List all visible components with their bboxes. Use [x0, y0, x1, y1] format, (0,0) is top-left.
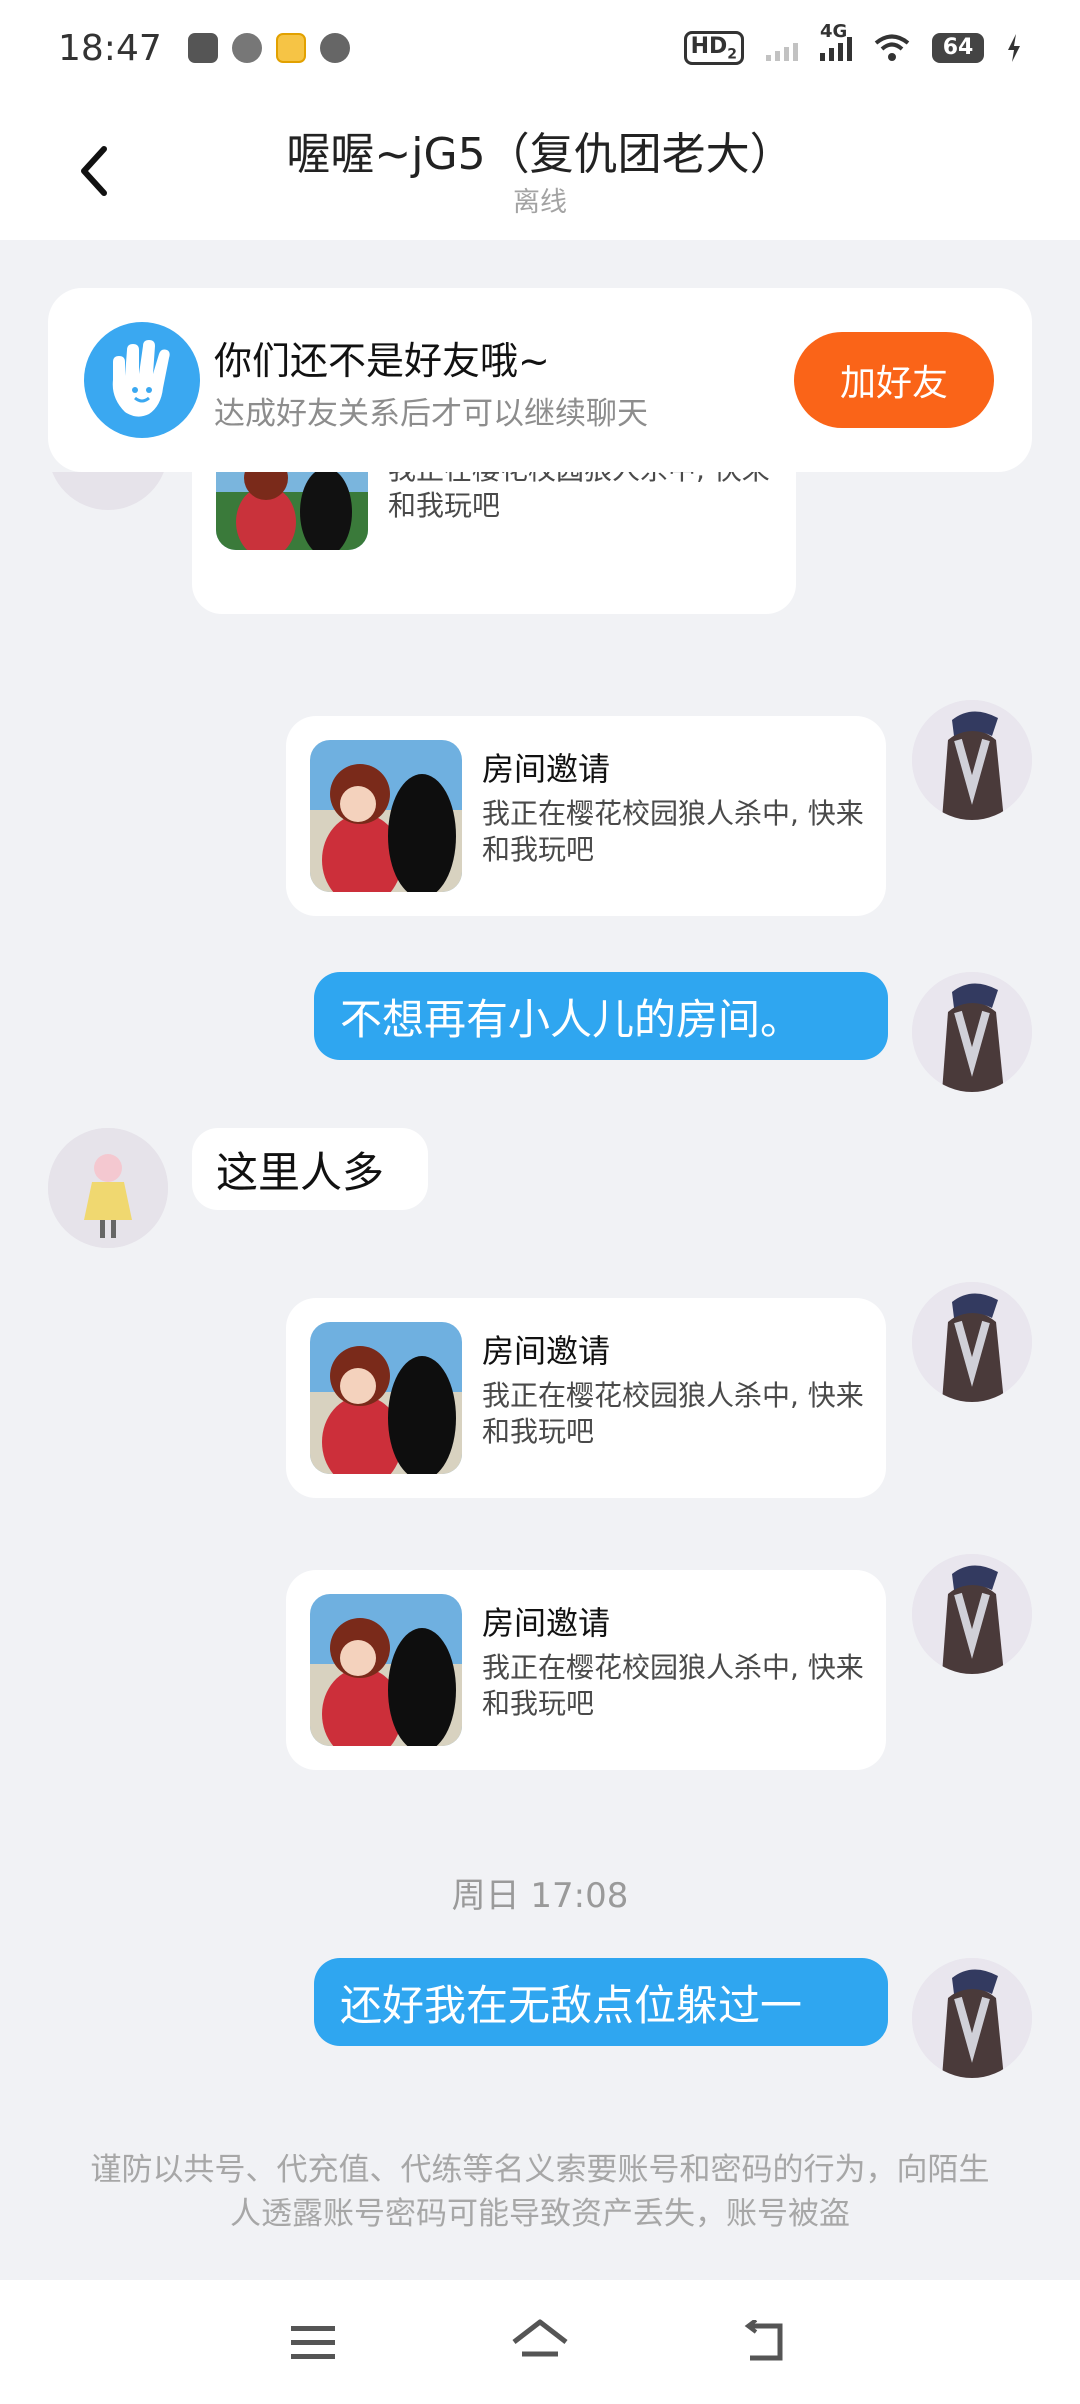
other-user-avatar[interactable] — [48, 472, 168, 510]
contact-name: 喔喔~jG5（复仇团老大） — [286, 129, 794, 180]
status-bar: 18:47 HD2 4G 64 — [0, 0, 1080, 96]
game-thumbnail — [310, 1322, 462, 1474]
invite-description: 我正在樱花校园狼人杀中, 快来和我玩吧 — [388, 472, 770, 522]
invite-description: 我正在樱花校园狼人杀中, 快来和我玩吧 — [482, 1379, 864, 1448]
waving-hand-icon — [84, 322, 200, 438]
add-friend-button[interactable]: 加好友 — [794, 332, 994, 428]
mail-icon — [187, 33, 218, 63]
room-invite-card[interactable]: 房间邀请 我正在樱花校园狼人杀中, 快来和我玩吧 — [286, 1570, 886, 1770]
app-icon — [231, 33, 262, 63]
back-nav-button[interactable] — [727, 2302, 807, 2382]
game-thumbnail — [310, 740, 462, 892]
game-thumbnail — [216, 472, 368, 550]
self-avatar[interactable] — [912, 972, 1032, 1092]
hd-voice-icon: HD2 — [683, 30, 744, 66]
contact-status: 离线 — [513, 187, 567, 218]
self-avatar[interactable] — [912, 1958, 1032, 2078]
menu-icon — [291, 2326, 336, 2359]
self-avatar[interactable] — [912, 1282, 1032, 1402]
wechat-icon — [319, 33, 350, 63]
not-friend-description: 达成好友关系后才可以继续聊天 — [214, 396, 648, 432]
menu-button[interactable] — [273, 2302, 353, 2382]
invite-description: 我正在樱花校园狼人杀中, 快来和我玩吧 — [482, 797, 864, 866]
message-timestamp: 周日 17:08 — [451, 1876, 629, 1916]
status-time: 18:47 — [58, 27, 162, 69]
wifi-icon — [874, 34, 910, 61]
security-warning: 谨防以共号、代充值、代练等名义索要账号和密码的行为，向陌生人透露账号密码可能导致… — [90, 2152, 990, 2232]
chat-header: 喔喔~jG5（复仇团老大） 离线 — [0, 96, 1080, 240]
signal-4g-icon: 4G — [820, 21, 852, 61]
battery-icon: 64 — [932, 32, 984, 63]
room-invite-card[interactable]: 我正在樱花校园狼人杀中, 快来和我玩吧 — [192, 472, 796, 614]
system-nav-bar — [0, 2280, 1080, 2404]
return-icon — [744, 2320, 783, 2361]
sent-message-bubble[interactable]: 还好我在无敌点位躲过一 — [314, 1958, 888, 2046]
received-message-bubble[interactable]: 这里人多 — [192, 1128, 428, 1210]
game-thumbnail — [310, 1594, 462, 1746]
sent-message-bubble[interactable]: 不想再有小人儿的房间。 — [314, 972, 888, 1060]
self-avatar[interactable] — [912, 700, 1032, 820]
signal-sim1-icon — [766, 35, 798, 61]
invite-description: 我正在樱花校园狼人杀中, 快来和我玩吧 — [482, 1651, 864, 1720]
not-friend-title: 你们还不是好友哦~ — [214, 339, 550, 383]
room-invite-card[interactable]: 房间邀请 我正在樱花校园狼人杀中, 快来和我玩吧 — [286, 1298, 886, 1498]
invite-title: 房间邀请 — [482, 1332, 611, 1370]
invite-title: 房间邀请 — [482, 1604, 611, 1642]
home-icon — [512, 2319, 568, 2357]
other-user-avatar[interactable] — [48, 1128, 168, 1248]
self-avatar[interactable] — [912, 1554, 1032, 1674]
charging-icon — [1008, 33, 1020, 62]
not-friend-card: 你们还不是好友哦~ 达成好友关系后才可以继续聊天 加好友 — [48, 288, 1032, 472]
invite-title: 房间邀请 — [482, 750, 611, 788]
home-button[interactable] — [500, 2302, 580, 2382]
game-app-icon — [275, 33, 306, 63]
chat-messages[interactable]: 我正在樱花校园狼人杀中, 快来和我玩吧 房间邀请 我正在樱花校园狼人杀中, 快来… — [0, 472, 1080, 2280]
room-invite-card[interactable]: 房间邀请 我正在樱花校园狼人杀中, 快来和我玩吧 — [286, 716, 886, 916]
